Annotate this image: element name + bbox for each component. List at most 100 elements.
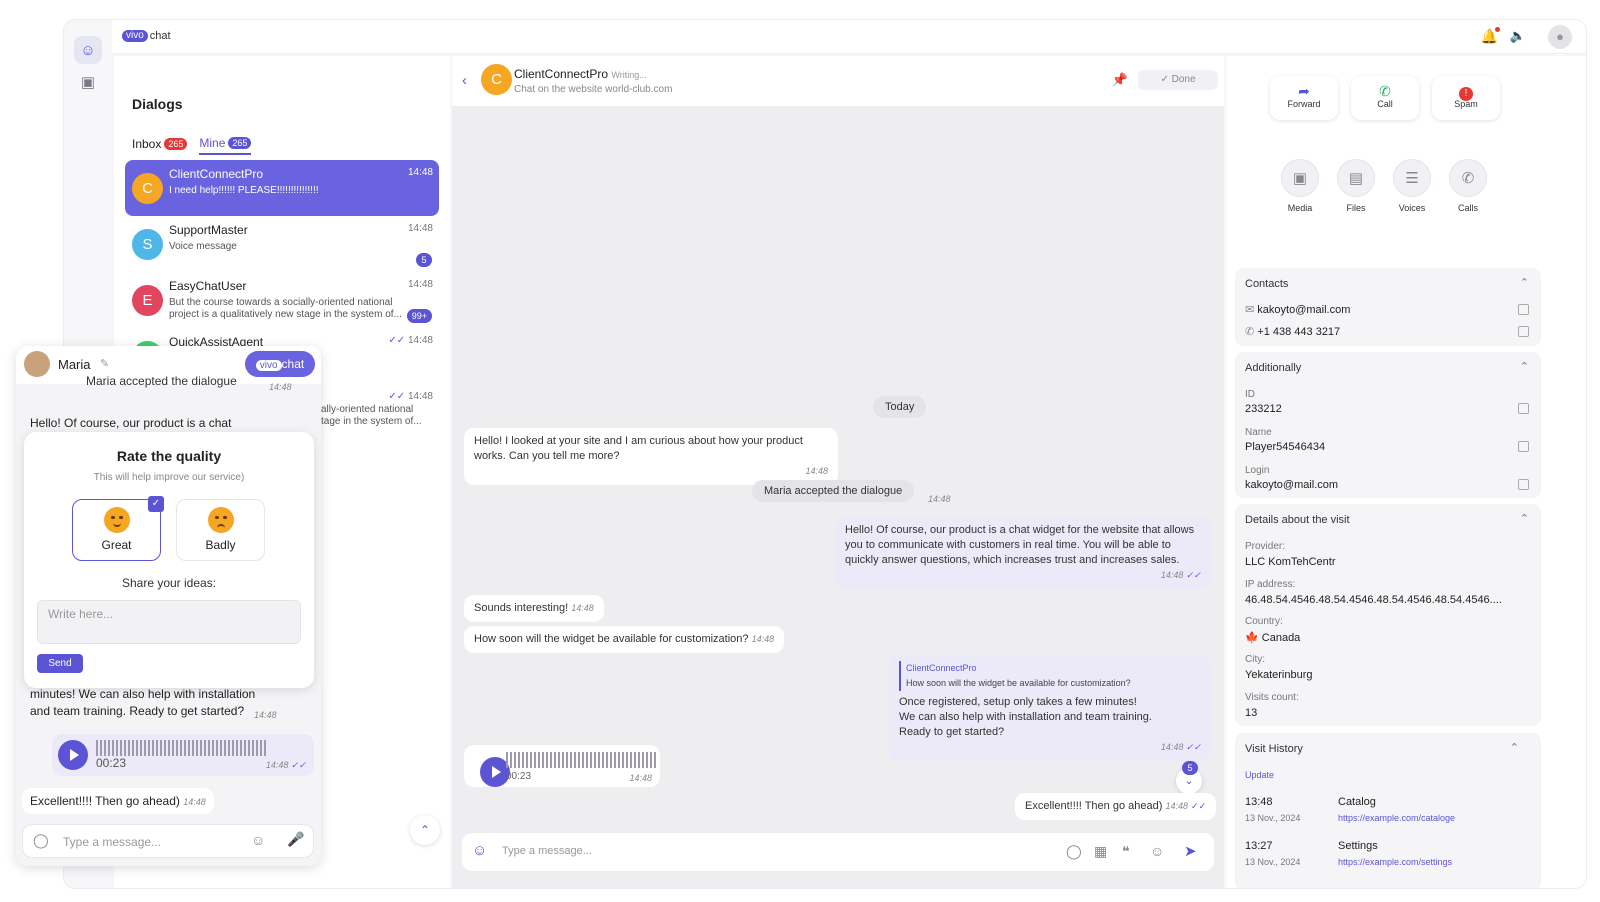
tab-inbox[interactable]: Inbox 265	[132, 136, 188, 155]
calls-button[interactable]: ✆ Calls	[1440, 159, 1496, 213]
contacts-card: Contacts ⌃ ✉ kakoyto@mail.com ✆ +1 438 4…	[1235, 268, 1541, 346]
dialogs-title: Dialogs	[132, 96, 183, 112]
attach-icon[interactable]: ◯	[33, 832, 49, 849]
mail-icon: ✉	[1245, 304, 1255, 316]
unread-badge: 5	[416, 253, 432, 267]
emoji-icon[interactable]: ☺	[1150, 843, 1164, 859]
feedback-textarea[interactable]: Write here...	[37, 600, 301, 644]
message-incoming: Excellent!!!! Then go ahead) 14:48 ✓✓	[1015, 793, 1217, 820]
forward-button[interactable]: ➦ Forward	[1270, 76, 1338, 120]
pin-icon[interactable]: 📌	[1112, 72, 1128, 88]
chat-icon[interactable]: ☺	[74, 36, 102, 64]
forward-icon: ➦	[1298, 83, 1310, 99]
chat-panel: ‹ C ClientConnectPro Writing... Chat on …	[452, 56, 1224, 888]
voice-message: 00:23 14:48	[464, 745, 660, 787]
system-message: Maria accepted the dialogue	[752, 480, 915, 502]
visit-url-link[interactable]: https://example.com/cataloge	[1338, 813, 1455, 823]
dialog-time: ✓✓ 14:48	[388, 391, 433, 402]
rate-great-option[interactable]: Great ✓	[72, 496, 164, 561]
dialogs-tabs: Inbox 265 Mine 265	[132, 136, 252, 155]
send-icon[interactable]: ➤	[1184, 842, 1197, 860]
spam-button[interactable]: ! Spam	[1432, 76, 1500, 120]
files-button[interactable]: ▤ Files	[1328, 159, 1384, 213]
back-icon[interactable]: ‹	[462, 72, 467, 89]
alert-icon: !	[1432, 83, 1500, 101]
message-outgoing: ClientConnectPro How soon will the widge…	[889, 655, 1211, 761]
message-outgoing: Hello! Of course, our product is a chat …	[835, 517, 1211, 589]
attach-icon[interactable]: ◯	[1066, 843, 1082, 860]
waveform	[96, 740, 268, 756]
file-icon: ▤	[1337, 159, 1375, 197]
microphone-icon[interactable]: 🎤	[287, 831, 304, 848]
emoji-icon[interactable]: ☺	[251, 832, 265, 848]
voices-button[interactable]: ☰ Voices	[1384, 159, 1440, 213]
chevron-up-icon[interactable]: ⌃	[1520, 512, 1529, 525]
call-button[interactable]: ✆ Call	[1351, 76, 1419, 120]
avatar	[24, 351, 50, 377]
dialog-item[interactable]: E EasyChatUser But the course towards a …	[125, 272, 439, 328]
chevron-up-icon[interactable]: ⌃	[1520, 360, 1529, 373]
message-composer: ☺ Type a message... ◯ ▦ ❝ ☺ ➤	[462, 833, 1214, 871]
chat-widget: Maria ✎ vivo chat Maria accepted the dial…	[16, 346, 321, 866]
read-check-icon: ✓✓	[290, 760, 306, 770]
dialog-time: 14:48	[407, 223, 433, 234]
widget-composer: ◯ Type a message... ☺ 🎤	[22, 824, 314, 858]
avatar[interactable]: ●	[1548, 25, 1572, 49]
dialog-name: EasyChatUser	[169, 279, 247, 293]
copy-icon[interactable]	[1518, 479, 1529, 490]
media-button[interactable]: ▣ Media	[1272, 159, 1328, 213]
speaker-icon[interactable]: 🔈	[1510, 28, 1526, 44]
dialog-name: ClientConnectPro	[169, 167, 264, 181]
chevron-up-icon[interactable]: ⌃	[1510, 741, 1519, 754]
check-circle-icon: ✓	[1160, 74, 1169, 85]
rate-badly-option[interactable]: Badly	[176, 499, 265, 561]
reply-quote[interactable]: ClientConnectPro How soon will the widge…	[899, 661, 1201, 691]
chat-header: ‹ C ClientConnectPro Writing... Chat on …	[452, 56, 1224, 106]
update-link[interactable]: Update	[1245, 770, 1274, 780]
user-name: Player54546434	[1245, 441, 1326, 453]
dialog-preview: I need help!!!!!! PLEASE!!!!!!!!!!!!!!!	[169, 185, 319, 196]
additionally-card: Additionally ⌃ ID 233212 Name Player5454…	[1235, 352, 1541, 498]
waveform	[506, 752, 656, 768]
archive-icon[interactable]: ▣	[74, 68, 102, 96]
dialog-item[interactable]: S SupportMaster Voice message 14:48 5	[125, 216, 439, 272]
dialog-item[interactable]: C ClientConnectPro I need help!!!!!! PLE…	[125, 160, 439, 216]
copy-icon[interactable]	[1518, 326, 1529, 337]
dialog-name: SupportMaster	[169, 223, 248, 237]
contact-info-panel: ➦ Forward ✆ Call ! Spam ▣ Media ▤ Files ☰ Voic…	[1227, 56, 1586, 888]
read-check-icon: ✓✓	[388, 335, 406, 346]
voice-message: 00:23 14:48 ✓✓	[52, 734, 314, 776]
dialog-time: ✓✓ 14:48	[388, 335, 433, 346]
read-check-icon: ✓✓	[1185, 742, 1201, 752]
copy-icon[interactable]	[1518, 403, 1529, 414]
dialog-preview: ally-oriented national tage in the system…	[321, 404, 422, 427]
read-check-icon: ✓✓	[388, 391, 406, 402]
widget-logo: vivo chat	[245, 351, 315, 377]
send-feedback-button[interactable]: Send	[37, 654, 83, 673]
widget-message-input[interactable]: Type a message...	[63, 835, 161, 849]
visit-url-link[interactable]: https://example.com/settings	[1338, 857, 1452, 867]
play-icon[interactable]	[58, 740, 88, 770]
user-login: kakoyto@mail.com	[1245, 479, 1339, 491]
app-logo: vivo chat	[122, 30, 171, 42]
edit-icon[interactable]: ✎	[100, 357, 109, 370]
chat-subtitle: Chat on the website world-club.com	[514, 84, 673, 95]
done-button[interactable]: ✓ Done	[1138, 70, 1218, 90]
typing-status: Writing...	[611, 70, 647, 80]
translate-icon[interactable]: ▦	[1094, 843, 1107, 860]
message-input[interactable]: Type a message...	[502, 845, 592, 857]
smile-emoji-icon	[103, 507, 130, 533]
bell-icon[interactable]: 🔔	[1481, 27, 1500, 45]
copy-icon[interactable]	[1518, 304, 1529, 315]
date-separator: Today	[873, 396, 927, 418]
waveform-icon: ☰	[1393, 159, 1431, 197]
tab-mine[interactable]: Mine 265	[199, 136, 252, 155]
mine-count: 265	[228, 137, 252, 149]
quick-reply-icon[interactable]: ❝	[1122, 843, 1130, 860]
read-check-icon: ✓✓	[1185, 570, 1201, 580]
scroll-up-button[interactable]: ⌃	[410, 815, 440, 845]
copy-icon[interactable]	[1518, 441, 1529, 452]
rating-dialog: Rate the quality This will help improve …	[24, 432, 314, 688]
chevron-up-icon[interactable]: ⌃	[1520, 276, 1529, 289]
angry-emoji-icon	[207, 507, 234, 533]
